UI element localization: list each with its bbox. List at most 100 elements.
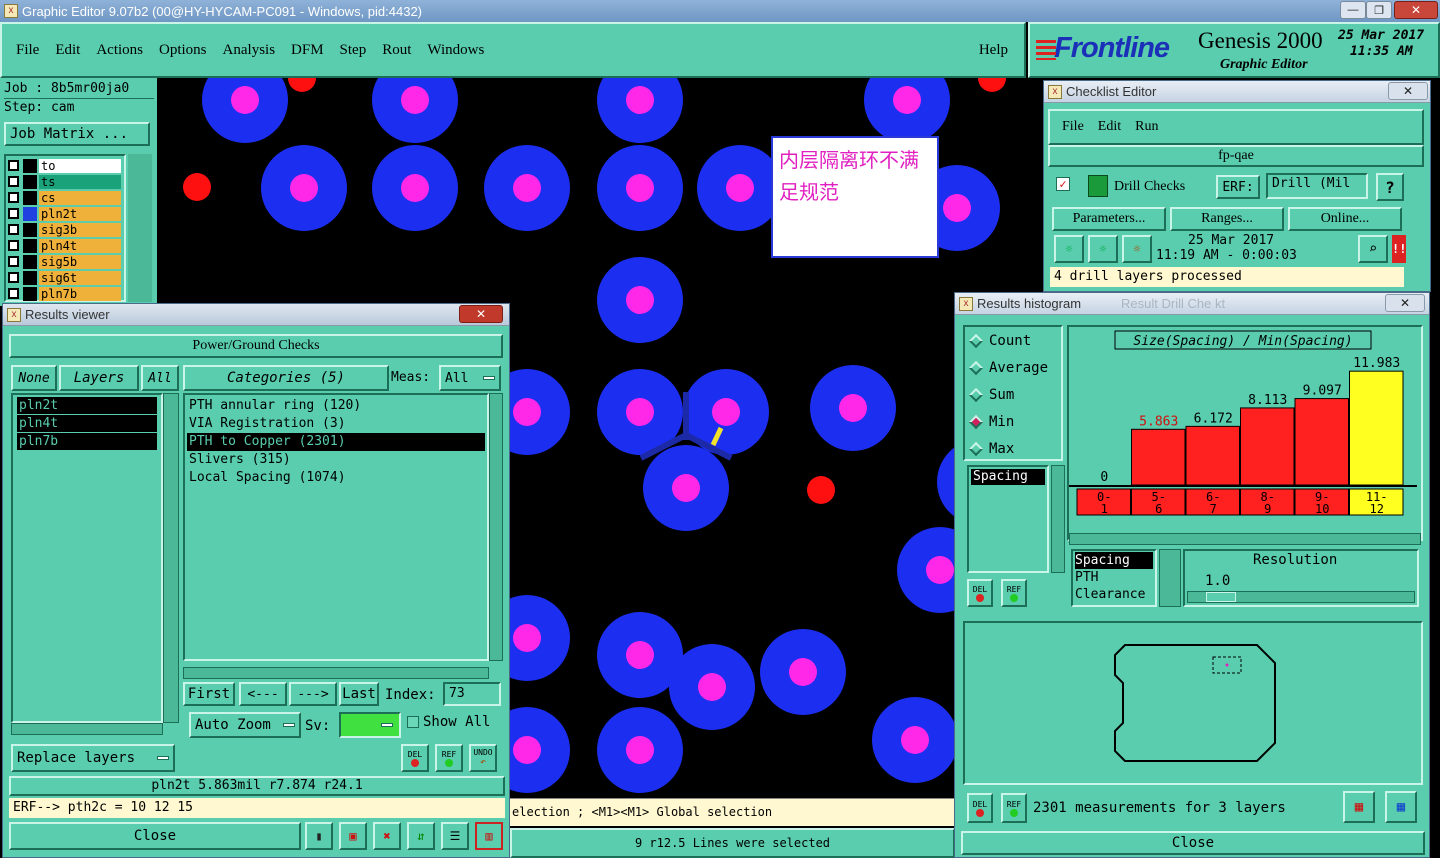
- layer-list-scrollbar[interactable]: [163, 393, 179, 723]
- run-all-icon[interactable]: ☼: [1088, 235, 1118, 263]
- layer-color-swatch[interactable]: [23, 206, 37, 221]
- mode-radio-average[interactable]: Average: [965, 354, 1061, 381]
- layer-row[interactable]: sig6t: [8, 270, 121, 285]
- layer-checkbox[interactable]: [8, 256, 19, 267]
- category-list-scrollbar[interactable]: [489, 393, 503, 661]
- close-icon[interactable]: ✕: [459, 305, 503, 323]
- resolution-slider-thumb[interactable]: [1206, 592, 1236, 602]
- graph-icon[interactable]: ▦: [1385, 791, 1417, 823]
- next-button[interactable]: --->: [289, 682, 337, 706]
- layer-color-swatch[interactable]: [23, 174, 37, 189]
- check-toggle-icon[interactable]: ✓: [1056, 177, 1070, 191]
- layer-scrollbar[interactable]: [128, 154, 152, 302]
- resolution-slider[interactable]: [1187, 591, 1415, 603]
- mode-radio-max[interactable]: Max: [965, 435, 1061, 462]
- layer-checkbox[interactable]: [8, 208, 19, 219]
- step-icon[interactable]: ⇵: [407, 822, 435, 850]
- layer-name[interactable]: pln7b: [39, 286, 121, 301]
- layer-name[interactable]: cs: [39, 190, 121, 205]
- sv-color-select[interactable]: [339, 712, 401, 738]
- mode-radio-sum[interactable]: Sum: [965, 381, 1061, 408]
- spacing-list-item[interactable]: Spacing: [971, 469, 1045, 485]
- preview-ref-button[interactable]: REF: [1001, 793, 1027, 823]
- layer-row[interactable]: cs: [8, 190, 121, 205]
- radio-diamond-icon[interactable]: [968, 333, 984, 348]
- radio-diamond-icon[interactable]: [968, 360, 984, 375]
- layer-checkbox[interactable]: [8, 240, 19, 251]
- layer-name[interactable]: pln2t: [39, 206, 121, 221]
- first-button[interactable]: First: [183, 682, 235, 706]
- spacing-list-scrollbar[interactable]: [1051, 465, 1065, 573]
- layer-row[interactable]: sig3b: [8, 222, 121, 237]
- layer-row[interactable]: pln4t: [8, 238, 121, 253]
- layer-row[interactable]: pln2t: [8, 206, 121, 221]
- close-icon[interactable]: ✕: [1388, 82, 1428, 100]
- radio-diamond-icon[interactable]: [968, 414, 984, 429]
- close-icon[interactable]: ✕: [1385, 294, 1425, 312]
- index-input[interactable]: 73: [443, 682, 501, 706]
- menu-edit[interactable]: Edit: [55, 42, 80, 59]
- category-list-item[interactable]: Local Spacing (1074): [187, 469, 485, 487]
- mode-radio-count[interactable]: Count: [965, 327, 1061, 354]
- zoom-icon[interactable]: ⌕: [1358, 235, 1388, 263]
- preview-del-button[interactable]: DEL: [967, 793, 993, 823]
- online-button[interactable]: Online...: [1288, 207, 1402, 231]
- layer-list-item[interactable]: pln4t: [17, 415, 157, 432]
- report-icon[interactable]: ▮: [305, 822, 333, 850]
- layer-list-item[interactable]: pln2t: [17, 397, 157, 414]
- menu-dfm[interactable]: DFM: [291, 42, 324, 59]
- erf-field[interactable]: Drill (Mil: [1266, 173, 1368, 199]
- categories-button[interactable]: Categories (5): [183, 365, 389, 391]
- layer-color-swatch[interactable]: [23, 190, 37, 205]
- layer-name[interactable]: to: [39, 158, 121, 173]
- layer-name[interactable]: sig6t: [39, 270, 121, 285]
- menu-windows[interactable]: Windows: [427, 42, 484, 59]
- menu-analysis[interactable]: Analysis: [223, 42, 276, 59]
- category-list-item[interactable]: Slivers (315): [187, 451, 485, 469]
- erf-button[interactable]: ERF:: [1216, 175, 1260, 199]
- del-button[interactable]: DEL: [401, 744, 429, 772]
- category-list-item[interactable]: VIA Registration (3): [187, 415, 485, 433]
- measure-list[interactable]: Spacing PTH Clearance: [1071, 549, 1157, 607]
- layer-name[interactable]: pln4t: [39, 238, 121, 253]
- layer-list-box[interactable]: pln2t pln4t pln7b: [11, 393, 163, 723]
- ref-delete-icon[interactable]: ✖: [373, 822, 401, 850]
- menu-options[interactable]: Options: [159, 42, 207, 59]
- layer-color-swatch[interactable]: [23, 286, 37, 301]
- show-all-checkbox[interactable]: [407, 716, 419, 728]
- radio-diamond-icon[interactable]: [968, 387, 984, 402]
- hist-ref-button[interactable]: REF: [1001, 579, 1027, 607]
- layer-checkbox[interactable]: [8, 192, 19, 203]
- histogram-hscrollbar[interactable]: [1069, 533, 1421, 545]
- measure-list-scrollbar[interactable]: [1159, 549, 1181, 607]
- menu-help[interactable]: Help: [979, 42, 1008, 59]
- menu-file[interactable]: File: [16, 42, 39, 59]
- auto-zoom-select[interactable]: Auto Zoom: [189, 712, 301, 738]
- menu-step[interactable]: Step: [340, 42, 367, 59]
- category-list-item[interactable]: PTH annular ring (120): [187, 397, 485, 415]
- category-list-item[interactable]: PTH to Copper (2301): [187, 433, 485, 451]
- checklist-menu-run[interactable]: Run: [1135, 119, 1158, 135]
- layers-button[interactable]: Layers: [59, 365, 139, 391]
- category-hscrollbar[interactable]: [183, 667, 489, 679]
- replace-layers-select[interactable]: Replace layers: [11, 744, 175, 772]
- run-icon[interactable]: ☼: [1054, 235, 1084, 263]
- layer-row[interactable]: pln7b: [8, 286, 121, 301]
- checklist-menu-file[interactable]: File: [1062, 119, 1084, 135]
- checklist-menu-edit[interactable]: Edit: [1098, 119, 1121, 135]
- stop-icon[interactable]: ☼: [1122, 235, 1152, 263]
- restore-button[interactable]: ❐: [1366, 1, 1392, 19]
- layer-checkbox[interactable]: [8, 224, 19, 235]
- mode-radio-min[interactable]: Min: [965, 408, 1061, 435]
- last-button[interactable]: Last: [339, 682, 379, 706]
- job-matrix-button[interactable]: Job Matrix ...: [4, 122, 150, 146]
- layer-row[interactable]: sig5b: [8, 254, 121, 269]
- layer-list-item[interactable]: pln7b: [17, 433, 157, 450]
- layer-row[interactable]: ts: [8, 174, 121, 189]
- none-button[interactable]: None: [11, 365, 57, 391]
- meas-select[interactable]: All: [439, 365, 501, 391]
- layer-checkbox[interactable]: [8, 272, 19, 283]
- layer-color-swatch[interactable]: [23, 222, 37, 237]
- layer-color-swatch[interactable]: [23, 270, 37, 285]
- measure-item-pth[interactable]: PTH: [1075, 569, 1153, 586]
